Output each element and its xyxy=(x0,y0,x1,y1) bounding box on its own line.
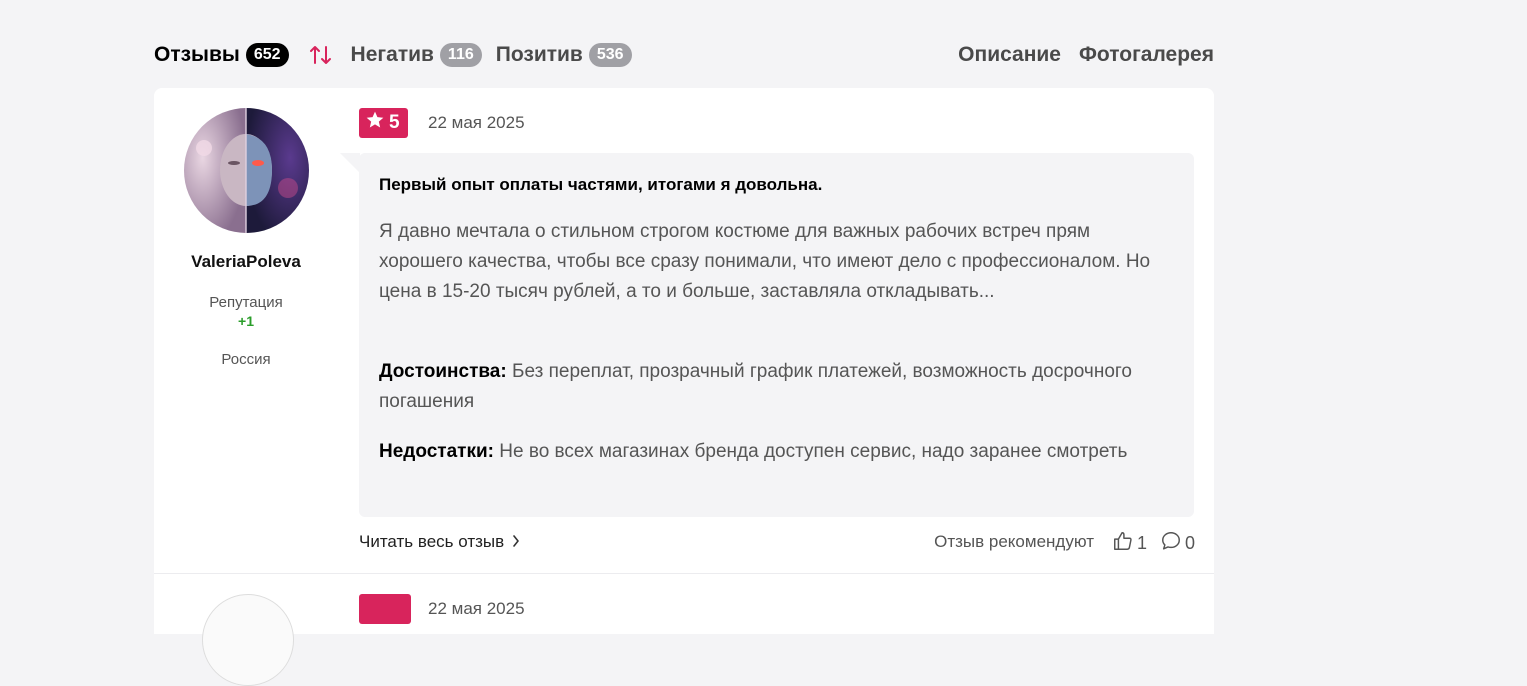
cons-label: Недостатки: xyxy=(379,441,494,462)
review-cons: Недостатки: Не во всех магазинах бренда … xyxy=(379,437,1179,467)
review-pros: Достоинства: Без переплат, прозрачный гр… xyxy=(379,357,1179,417)
comment-icon xyxy=(1160,530,1182,557)
reputation-value: +1 xyxy=(238,313,254,329)
tab-description[interactable]: Описание xyxy=(958,43,1061,67)
thumbs-up-icon xyxy=(1112,530,1134,557)
tab-reviews[interactable]: Отзывы 652 xyxy=(154,43,289,67)
sort-icon[interactable] xyxy=(309,44,333,66)
read-more-label: Читать весь отзыв xyxy=(359,532,505,551)
like-count: 1 xyxy=(1137,533,1148,553)
review-card: ValeriaPoleva Репутация +1 Россия 5 22 м… xyxy=(154,88,1214,573)
avatar[interactable] xyxy=(184,108,309,233)
read-full-review-link[interactable]: Читать весь отзыв xyxy=(359,532,520,552)
reputation-label: Репутация xyxy=(209,294,283,311)
review-text: Я давно мечтала о стильном строгом костю… xyxy=(379,221,1151,302)
pros-label: Достоинства: xyxy=(379,361,507,382)
reviews-count-badge: 652 xyxy=(245,43,289,67)
review-tabs: Отзывы 652 Негатив 116 Позитив 536 Описа… xyxy=(154,38,1214,72)
review-date-next: 22 мая 2025 xyxy=(428,599,525,618)
rating-value: 5 xyxy=(389,112,400,133)
username[interactable]: ValeriaPoleva xyxy=(154,252,338,272)
bubble-tail xyxy=(340,153,360,173)
rating-badge-next xyxy=(359,594,411,624)
tab-negative[interactable]: Негатив 116 xyxy=(351,43,482,67)
negative-count-badge: 116 xyxy=(439,43,482,67)
tab-negative-label: Негатив xyxy=(350,43,434,66)
comment-count: 0 xyxy=(1185,533,1196,553)
star-icon xyxy=(365,110,385,136)
like-button[interactable]: 1 xyxy=(1112,530,1147,557)
comments-button[interactable]: 0 xyxy=(1160,530,1195,557)
avatar-next[interactable] xyxy=(202,594,294,686)
cons-text: Не во всех магазинах бренда доступен сер… xyxy=(499,441,1128,462)
tab-reviews-label: Отзывы xyxy=(154,43,240,66)
review-title: Первый опыт оплаты частями, итогами я до… xyxy=(379,175,823,194)
tab-gallery[interactable]: Фотогалерея xyxy=(1079,43,1214,67)
review-card-next: 22 мая 2025 xyxy=(154,574,1214,686)
tab-positive[interactable]: Позитив 536 xyxy=(496,43,632,67)
review-date: 22 мая 2025 xyxy=(428,113,525,132)
rating-badge: 5 xyxy=(359,108,408,138)
tab-positive-label: Позитив xyxy=(495,43,583,66)
recommend-label: Отзыв рекомендуют xyxy=(934,532,1094,551)
positive-count-badge: 536 xyxy=(588,43,632,67)
country: Россия xyxy=(221,351,271,368)
review-body: Первый опыт оплаты частями, итогами я до… xyxy=(359,153,1194,517)
chevron-right-icon xyxy=(512,532,520,552)
